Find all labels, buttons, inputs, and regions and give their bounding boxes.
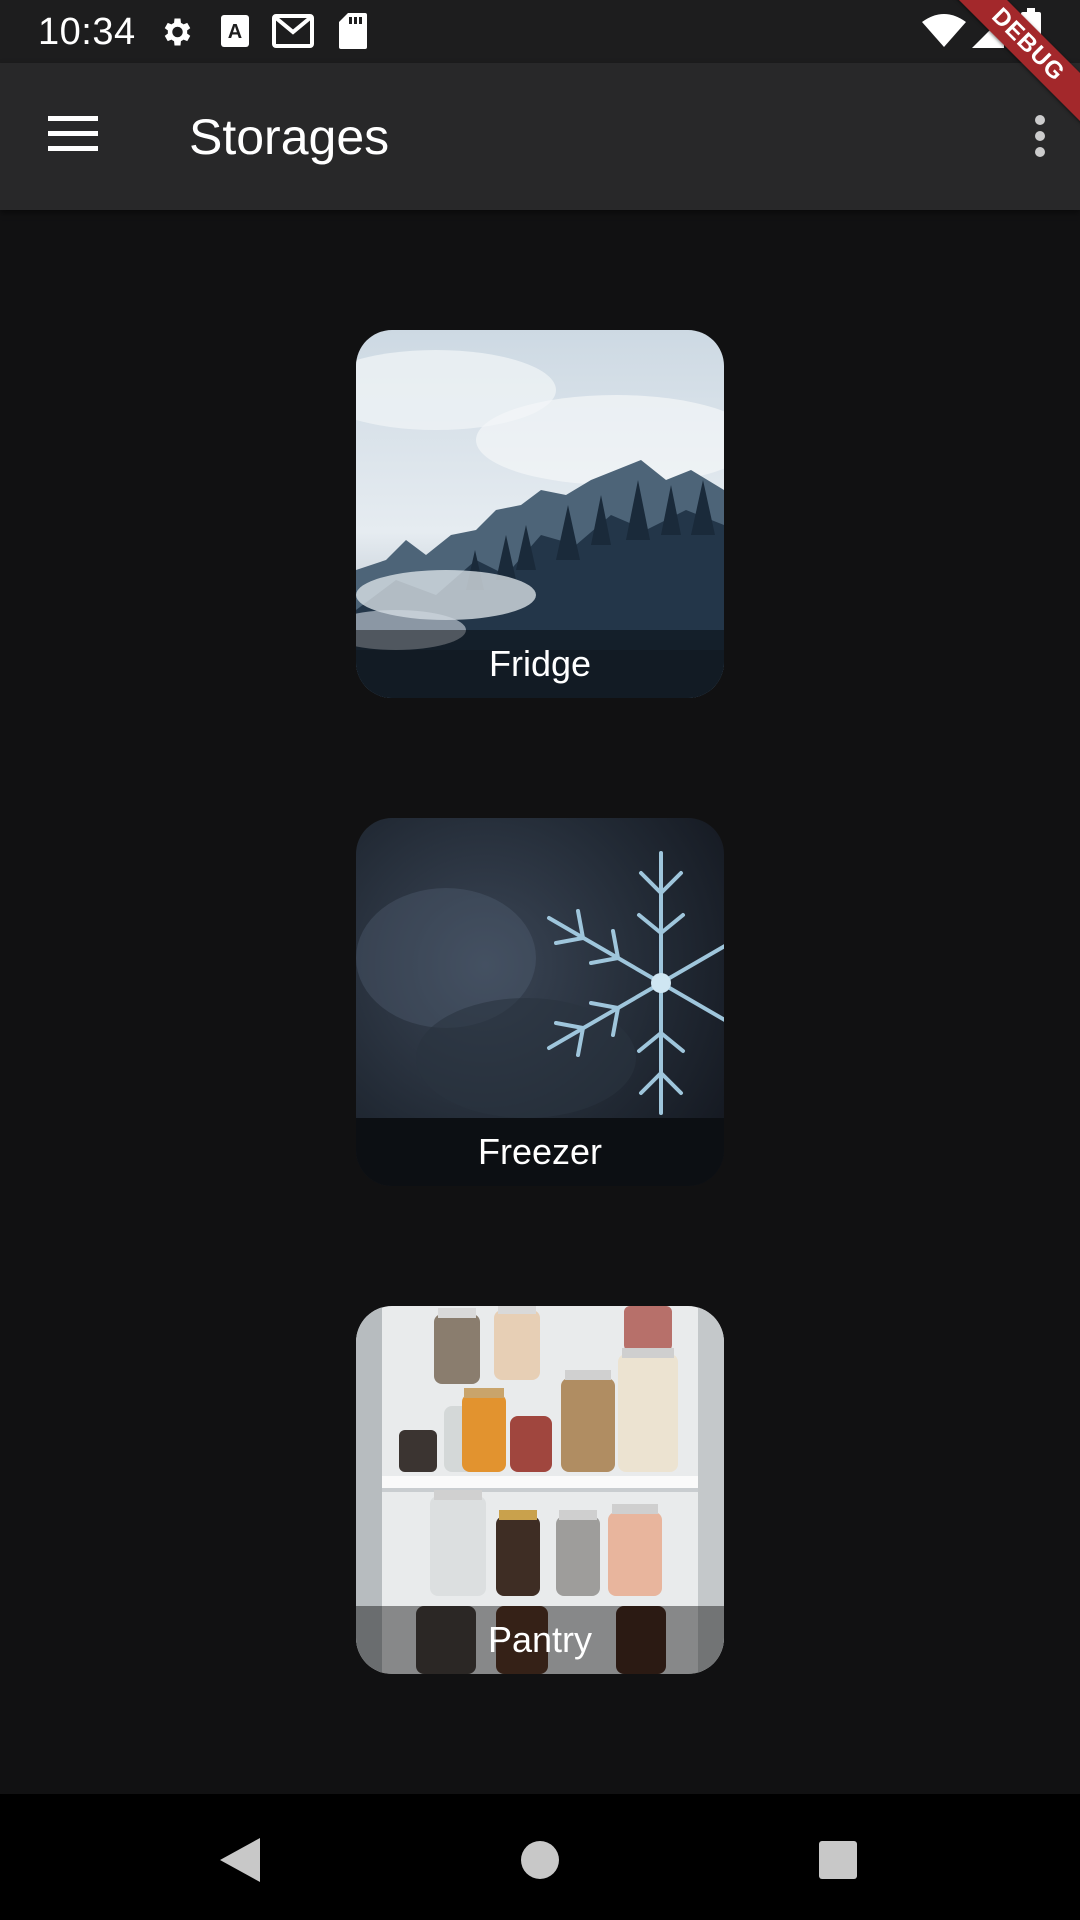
home-icon xyxy=(520,1840,560,1885)
storage-card-freezer[interactable]: Freezer xyxy=(356,818,724,1186)
hamburger-menu-icon xyxy=(48,115,98,157)
svg-text:A: A xyxy=(228,21,242,43)
card-label-bar: Pantry xyxy=(356,1606,724,1674)
app-bar: Storages xyxy=(0,63,1080,210)
storage-card-pantry[interactable]: Pantry xyxy=(356,1306,724,1674)
card-label-bar: Freezer xyxy=(356,1118,724,1186)
storage-label: Fridge xyxy=(488,643,592,684)
recents-button[interactable] xyxy=(798,1822,878,1902)
gmail-icon xyxy=(272,14,314,53)
back-icon xyxy=(218,1836,262,1889)
system-nav-bar xyxy=(0,1794,1080,1920)
settings-icon xyxy=(158,14,194,55)
more-vert-icon xyxy=(1034,114,1046,163)
home-button[interactable] xyxy=(500,1822,580,1902)
storage-label: Freezer xyxy=(477,1131,603,1172)
back-button[interactable] xyxy=(200,1822,280,1902)
storage-label: Pantry xyxy=(487,1619,593,1660)
sd-card-icon xyxy=(338,12,368,55)
overflow-menu-button[interactable] xyxy=(1010,103,1070,173)
menu-button[interactable] xyxy=(36,99,110,173)
page-title: Storages xyxy=(189,109,390,165)
recents-icon xyxy=(818,1840,858,1885)
wifi-icon xyxy=(922,14,966,53)
storage-card-fridge[interactable]: Fridge xyxy=(356,330,724,698)
status-time: 10:34 xyxy=(38,11,136,53)
card-label-bar: Fridge xyxy=(356,630,724,698)
keyboard-a-icon: A xyxy=(220,14,250,53)
status-bar: 10:34 A xyxy=(0,0,1080,63)
